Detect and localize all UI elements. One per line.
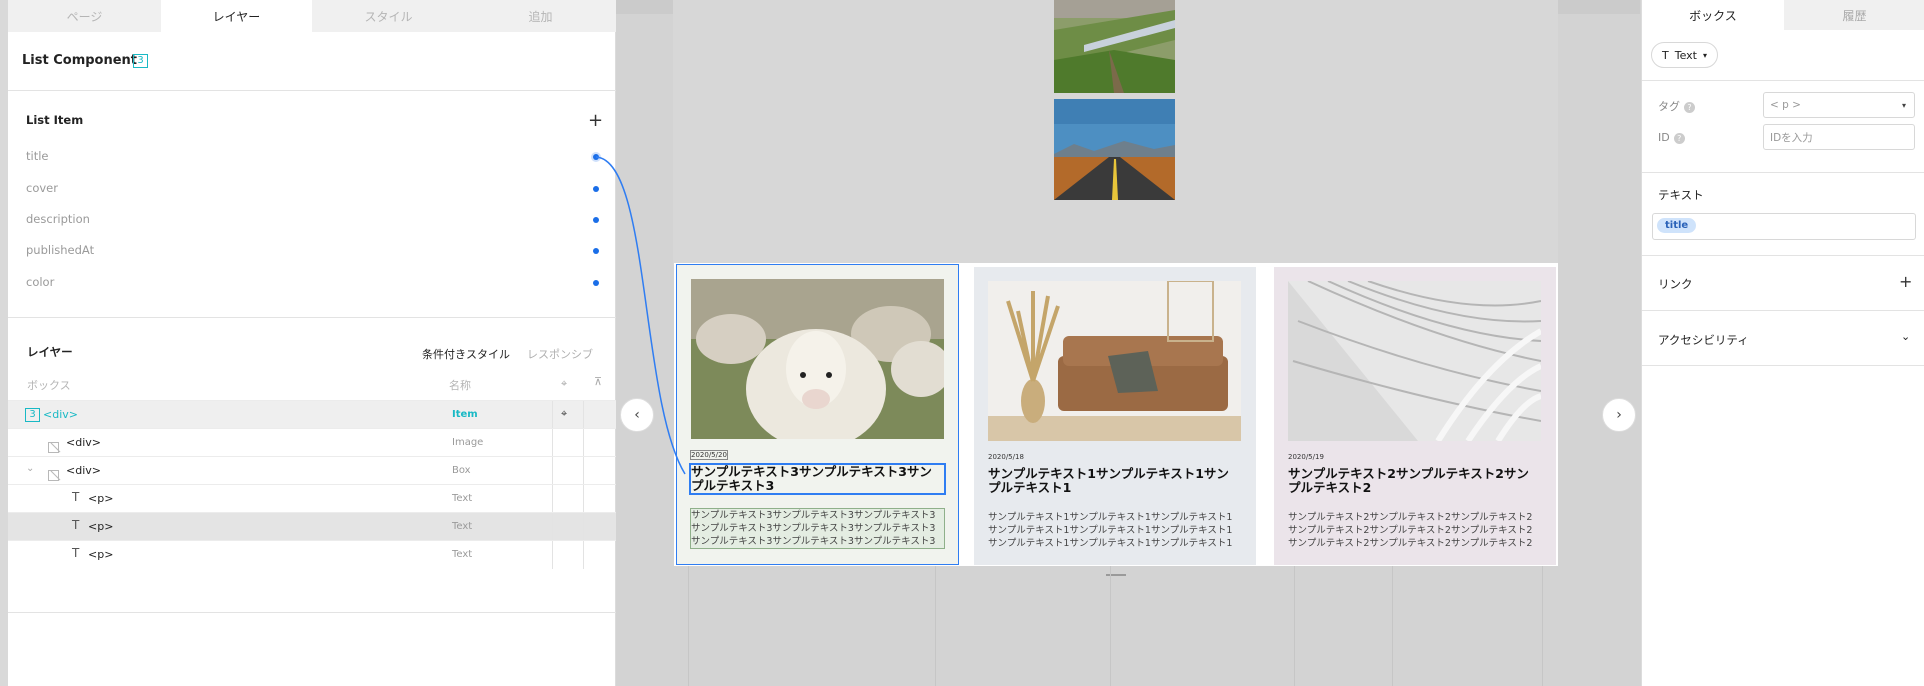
layer-row[interactable]: 3 <div> Item ⌖	[8, 400, 616, 429]
responsive-tab[interactable]: レスポンシブ	[527, 346, 593, 362]
component-count-badge: 3	[133, 54, 148, 68]
add-link-button[interactable]: +	[1899, 273, 1912, 291]
card-cover-architecture[interactable]	[1288, 281, 1541, 441]
id-input[interactable]: IDを入力	[1763, 124, 1915, 150]
layer-row[interactable]: ⌄ <div> Box	[8, 456, 616, 485]
field-cover[interactable]: cover	[26, 181, 58, 195]
tag-select[interactable]: < p > ▾	[1763, 92, 1915, 118]
card-cover-sofa[interactable]	[988, 281, 1241, 441]
field-description[interactable]: description	[26, 212, 90, 226]
card-title[interactable]: サンプルテキスト3サンプルテキスト3サンプルテキスト3	[689, 463, 946, 495]
layer-tag: <p>	[88, 492, 114, 505]
next-button[interactable]: ›	[1602, 398, 1636, 432]
card-date[interactable]: 2020/5/19	[1288, 453, 1324, 461]
card-item[interactable]: 2020/5/18 サンプルテキスト1サンプルテキスト1サンプルテキスト1 サン…	[974, 267, 1256, 565]
binding-chip[interactable]: title	[1657, 218, 1697, 233]
text-icon: T	[72, 518, 80, 532]
text-section-heading: テキスト	[1658, 188, 1704, 202]
card-item[interactable]: 2020/5/19 サンプルテキスト2サンプルテキスト2サンプルテキスト2 サン…	[1274, 267, 1556, 565]
help-icon[interactable]: ?	[1673, 132, 1685, 144]
image-icon	[48, 470, 59, 481]
chevron-down-icon: ▾	[1702, 50, 1707, 60]
tab-add[interactable]: 追加	[465, 0, 616, 32]
image-icon	[48, 442, 59, 453]
text-icon: T	[72, 490, 80, 504]
tab-history[interactable]: 履歴	[1784, 0, 1924, 30]
card-cover-sheep[interactable]	[691, 279, 944, 439]
pointer-icon[interactable]: ⌖	[561, 407, 567, 421]
layer-tag: <div>	[66, 436, 101, 449]
card-description[interactable]: サンプルテキスト3サンプルテキスト3サンプルテキスト3サンプルテキスト3サンプル…	[690, 508, 945, 549]
element-type-label: Text	[1674, 48, 1697, 62]
card-date[interactable]: 2020/5/18	[988, 453, 1024, 461]
layer-count-badge: 3	[25, 408, 40, 422]
layer-tag: <div>	[43, 408, 78, 421]
tab-page[interactable]: ページ	[8, 0, 161, 32]
left-tabbar: ページ レイヤー スタイル 追加	[8, 0, 616, 32]
layer-row[interactable]: <div> Image	[8, 428, 616, 457]
element-type-dropdown[interactable]: T Text ▾	[1651, 42, 1718, 68]
card-description[interactable]: サンプルテキスト2サンプルテキスト2サンプルテキスト2サンプルテキスト2サンプル…	[1288, 511, 1541, 550]
divider	[8, 612, 616, 613]
conditional-style-tab[interactable]: 条件付きスタイル	[422, 346, 510, 362]
field-publishedat[interactable]: publishedAt	[26, 243, 94, 257]
chevron-right-icon: ›	[1616, 407, 1622, 423]
divider	[8, 90, 616, 91]
link-section-heading: リンク	[1658, 277, 1693, 291]
layer-type: Text	[452, 549, 473, 560]
layer-row[interactable]: T <p> Text	[8, 484, 616, 513]
card-item[interactable]: 2020/5/20 サンプルテキスト3サンプルテキスト3サンプルテキスト3 サン…	[676, 264, 959, 565]
chevron-down-icon: ▾	[1901, 100, 1906, 110]
road-photo[interactable]	[1054, 99, 1175, 200]
column-box: ボックス	[27, 379, 71, 392]
accessibility-section-heading: アクセシビリティ	[1658, 333, 1749, 347]
left-edge	[0, 0, 8, 686]
component-title: List Component	[22, 53, 138, 68]
resize-handle[interactable]	[1106, 574, 1126, 576]
layer-type: Box	[452, 465, 471, 476]
column-name: 名称	[449, 379, 471, 392]
layer-tag: <p>	[88, 548, 114, 561]
text-binding-field[interactable]: title	[1652, 213, 1916, 240]
tag-value: < p >	[1770, 99, 1801, 111]
field-title[interactable]: title	[26, 149, 48, 163]
layers-panel: ページ レイヤー スタイル 追加 List Component 3 List I…	[8, 0, 616, 686]
help-icon[interactable]: ?	[1684, 101, 1695, 113]
tab-box[interactable]: ボックス	[1642, 0, 1784, 30]
id-label: ID	[1658, 131, 1670, 144]
divider	[8, 317, 616, 318]
text-icon: T	[72, 546, 80, 560]
layer-row[interactable]: T <p> Text	[8, 512, 616, 541]
layer-type: Image	[452, 437, 484, 448]
card-list: 2020/5/20 サンプルテキスト3サンプルテキスト3サンプルテキスト3 サン…	[674, 263, 1558, 566]
chevron-down-icon[interactable]: ⌄	[26, 463, 34, 474]
tag-label: タグ	[1658, 100, 1680, 113]
layer-tag: <p>	[88, 520, 114, 533]
layer-row[interactable]: T <p> Text	[8, 540, 616, 569]
layer-type: Text	[452, 493, 473, 504]
tab-layers[interactable]: レイヤー	[161, 0, 312, 32]
tab-style[interactable]: スタイル	[312, 0, 465, 32]
text-icon: T	[1662, 48, 1669, 62]
layer-tag: <div>	[66, 464, 101, 477]
properties-panel: ボックス 履歴 T Text ▾ タグ? < p > ▾ ID? IDを入力 テ…	[1641, 0, 1924, 686]
layer-type: Item	[452, 409, 478, 420]
card-title[interactable]: サンプルテキスト1サンプルテキスト1サンプルテキスト1	[988, 467, 1241, 495]
card-title[interactable]: サンプルテキスト2サンプルテキスト2サンプルテキスト2	[1288, 467, 1541, 495]
layers-heading: レイヤー	[27, 345, 73, 359]
chevron-down-icon[interactable]: ⌄	[1901, 330, 1910, 343]
train-photo[interactable]	[1054, 0, 1175, 93]
layer-type: Text	[452, 521, 473, 532]
binding-connector-line	[595, 156, 686, 475]
pointer-filter-icon[interactable]: ⌖	[561, 377, 567, 391]
field-color[interactable]: color	[26, 275, 54, 289]
card-description[interactable]: サンプルテキスト1サンプルテキスト1サンプルテキスト1サンプルテキスト1サンプル…	[988, 511, 1241, 550]
add-field-button[interactable]: +	[588, 112, 603, 130]
list-item-heading: List Item	[26, 113, 84, 127]
